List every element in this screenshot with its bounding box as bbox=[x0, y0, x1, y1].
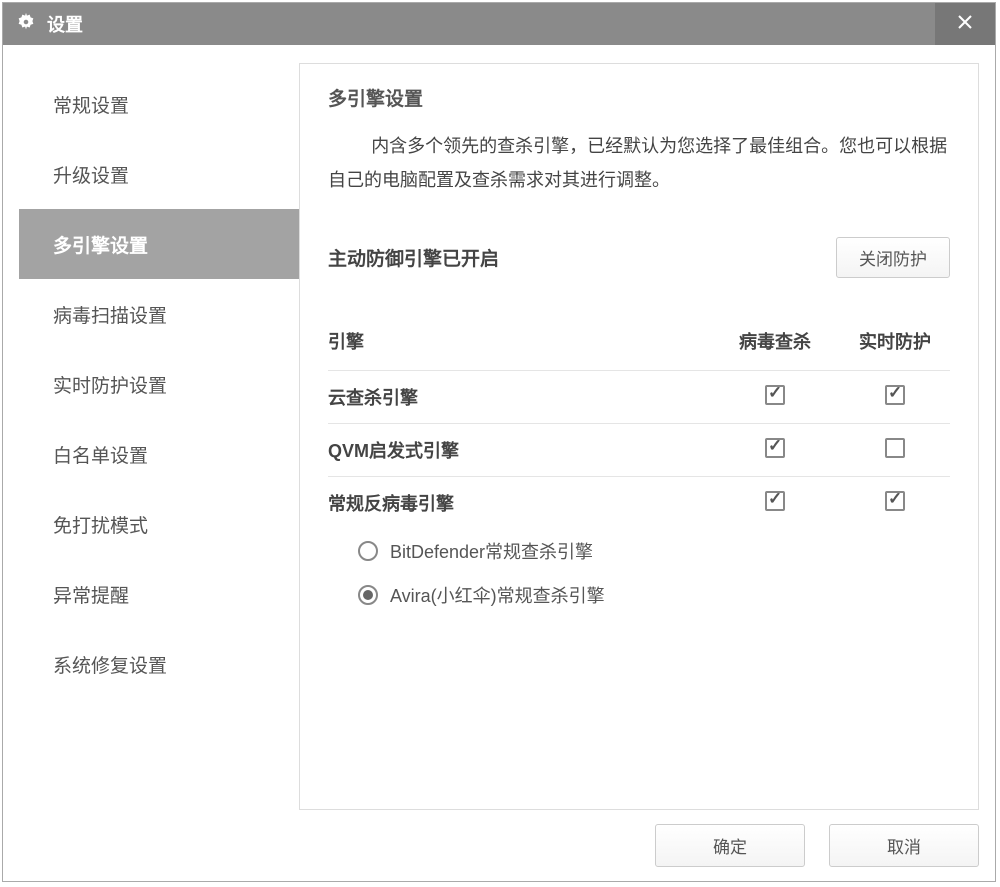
checkbox-scan-cloud[interactable] bbox=[765, 385, 785, 405]
sidebar-item-label: 实时防护设置 bbox=[53, 371, 167, 398]
defense-status-label: 主动防御引擎已开启 bbox=[328, 244, 836, 271]
checkbox-realtime-cloud[interactable] bbox=[885, 385, 905, 405]
realtime-cell bbox=[840, 385, 950, 410]
realtime-cell bbox=[840, 438, 950, 463]
sidebar-item-dnd[interactable]: 免打扰模式 bbox=[19, 489, 299, 559]
table-row: QVM启发式引擎 bbox=[328, 423, 950, 476]
footer: 确定 取消 bbox=[19, 810, 979, 867]
sidebar-item-label: 异常提醒 bbox=[53, 581, 129, 608]
sidebar: 常规设置 升级设置 多引擎设置 病毒扫描设置 实时防护设置 白名单设置 bbox=[19, 63, 299, 810]
sidebar-item-label: 升级设置 bbox=[53, 161, 129, 188]
sidebar-item-general[interactable]: 常规设置 bbox=[19, 69, 299, 139]
sidebar-item-alert[interactable]: 异常提醒 bbox=[19, 559, 299, 629]
engine-label: QVM启发式引擎 bbox=[328, 437, 710, 463]
checkbox-scan-qvm[interactable] bbox=[765, 438, 785, 458]
sidebar-item-label: 常规设置 bbox=[53, 91, 129, 118]
main-row: 常规设置 升级设置 多引擎设置 病毒扫描设置 实时防护设置 白名单设置 bbox=[19, 63, 979, 810]
sidebar-item-multiengine[interactable]: 多引擎设置 bbox=[19, 209, 299, 279]
sidebar-item-label: 系统修复设置 bbox=[53, 651, 167, 678]
radio-bitdefender[interactable] bbox=[358, 541, 378, 561]
realtime-cell bbox=[840, 491, 950, 516]
checkbox-scan-regular[interactable] bbox=[765, 491, 785, 511]
window-title: 设置 bbox=[47, 11, 935, 37]
scan-cell bbox=[710, 491, 840, 516]
checkbox-realtime-regular[interactable] bbox=[885, 491, 905, 511]
col-realtime-header: 实时防护 bbox=[840, 328, 950, 354]
cancel-button[interactable]: 取消 bbox=[829, 824, 979, 867]
section-title: 多引擎设置 bbox=[328, 84, 950, 111]
ok-button[interactable]: 确定 bbox=[655, 824, 805, 867]
radio-label: BitDefender常规查杀引擎 bbox=[390, 538, 593, 564]
radio-avira[interactable] bbox=[358, 585, 378, 605]
sidebar-item-virusscan[interactable]: 病毒扫描设置 bbox=[19, 279, 299, 349]
sidebar-item-sysrepair[interactable]: 系统修复设置 bbox=[19, 629, 299, 699]
close-icon bbox=[957, 13, 973, 36]
sidebar-item-upgrade[interactable]: 升级设置 bbox=[19, 139, 299, 209]
col-engine-header: 引擎 bbox=[328, 328, 710, 354]
settings-window: 设置 常规设置 升级设置 多引擎设置 bbox=[2, 2, 996, 882]
engine-table-header: 引擎 病毒查杀 实时防护 bbox=[328, 328, 950, 370]
toggle-defense-button[interactable]: 关闭防护 bbox=[836, 237, 950, 278]
scan-cell bbox=[710, 385, 840, 410]
sidebar-item-label: 白名单设置 bbox=[53, 441, 148, 468]
col-scan-header: 病毒查杀 bbox=[710, 328, 840, 354]
checkbox-realtime-qvm[interactable] bbox=[885, 438, 905, 458]
radio-row-avira[interactable]: Avira(小红伞)常规查杀引擎 bbox=[328, 573, 950, 617]
sidebar-item-label: 多引擎设置 bbox=[53, 231, 148, 258]
engine-label: 云查杀引擎 bbox=[328, 384, 710, 410]
defense-row: 主动防御引擎已开启 关闭防护 bbox=[328, 237, 950, 278]
gear-icon bbox=[15, 11, 37, 38]
radio-row-bitdefender[interactable]: BitDefender常规查杀引擎 bbox=[328, 529, 950, 573]
engine-label: 常规反病毒引擎 bbox=[328, 490, 710, 516]
close-button[interactable] bbox=[935, 3, 995, 45]
table-row: 常规反病毒引擎 bbox=[328, 476, 950, 529]
radio-label: Avira(小红伞)常规查杀引擎 bbox=[390, 582, 605, 608]
description-text: 内含多个领先的查杀引擎，已经默认为您选择了最佳组合。您也可以根据自己的电脑配置及… bbox=[328, 129, 950, 197]
window-body: 常规设置 升级设置 多引擎设置 病毒扫描设置 实时防护设置 白名单设置 bbox=[3, 45, 995, 881]
sidebar-item-whitelist[interactable]: 白名单设置 bbox=[19, 419, 299, 489]
sidebar-item-realtime[interactable]: 实时防护设置 bbox=[19, 349, 299, 419]
table-row: 云查杀引擎 bbox=[328, 370, 950, 423]
sidebar-item-label: 免打扰模式 bbox=[53, 511, 148, 538]
sidebar-item-label: 病毒扫描设置 bbox=[53, 301, 167, 328]
scan-cell bbox=[710, 438, 840, 463]
content-panel: 多引擎设置 内含多个领先的查杀引擎，已经默认为您选择了最佳组合。您也可以根据自己… bbox=[299, 63, 979, 810]
titlebar: 设置 bbox=[3, 3, 995, 45]
